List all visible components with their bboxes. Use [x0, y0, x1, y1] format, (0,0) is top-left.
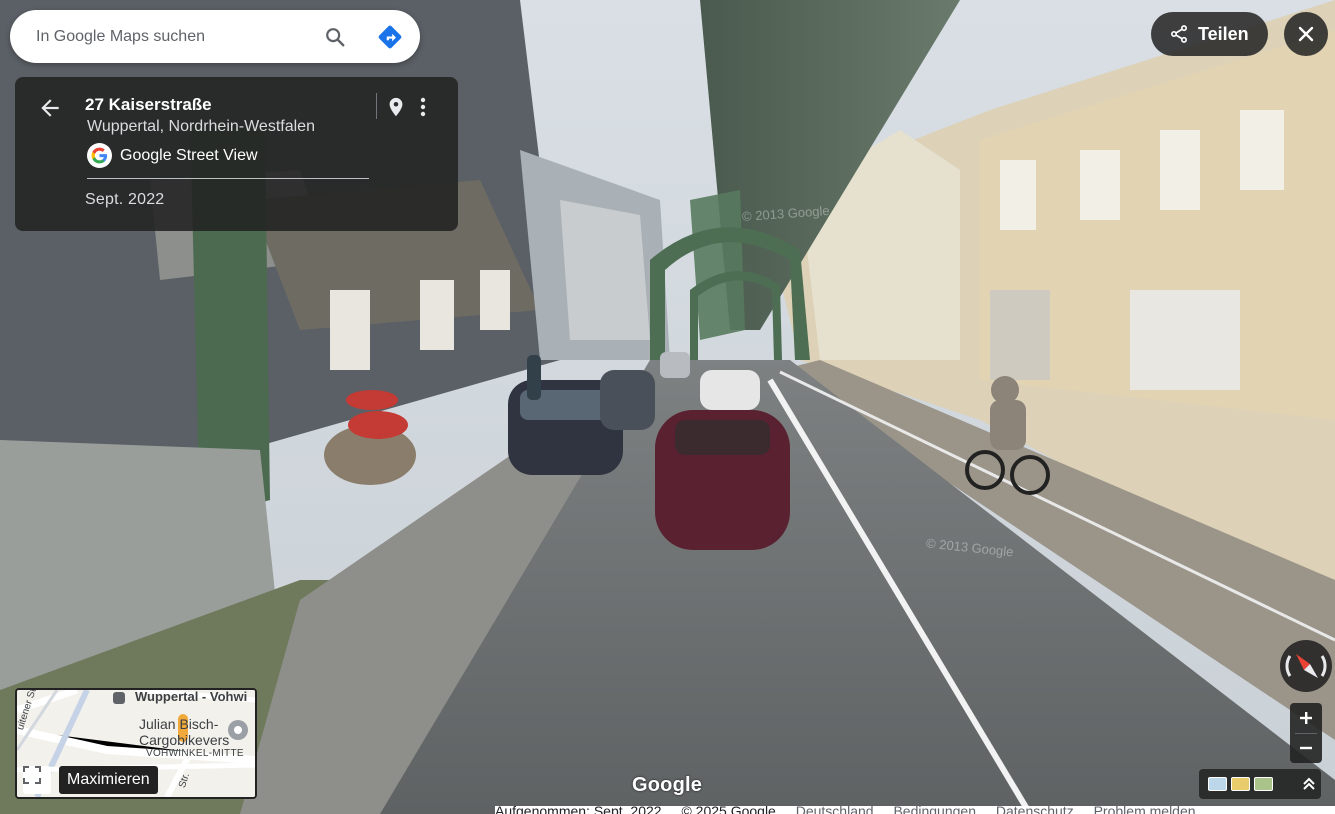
- place-title: 27 Kaiserstraße: [85, 95, 212, 114]
- footer-link-privacy[interactable]: Datenschutz: [996, 806, 1074, 814]
- footer-link-terms[interactable]: Bedingungen: [893, 806, 976, 814]
- search-button[interactable]: [321, 23, 349, 51]
- minus-icon: [1300, 746, 1312, 750]
- capture-date[interactable]: Sept. 2022: [85, 191, 164, 209]
- map-label-poi: Cargobikevers: [139, 732, 230, 748]
- map-pin-icon: [389, 97, 403, 117]
- share-icon: [1171, 25, 1187, 43]
- footer-bar: Aufgenommen: Sept. 2022 © 2025 Google De…: [495, 806, 1335, 814]
- zoom-out-button[interactable]: [1290, 733, 1322, 763]
- map-label-station: Wuppertal - Vohwi: [135, 689, 248, 704]
- divider: [376, 93, 377, 119]
- more-options-button[interactable]: [415, 95, 431, 119]
- google-g-logo-icon: [87, 143, 112, 168]
- share-label: Teilen: [1198, 23, 1249, 44]
- google-logo: Google: [632, 774, 703, 796]
- fullscreen-button[interactable]: [23, 766, 51, 794]
- directions-button[interactable]: [376, 23, 404, 51]
- provider-label: Google Street View: [120, 146, 258, 164]
- footer-link-country[interactable]: Deutschland: [796, 806, 874, 814]
- compass-icon: [1285, 654, 1327, 678]
- layer-map[interactable]: [1231, 777, 1250, 791]
- copyright-text: © 2025 Google: [681, 806, 776, 814]
- layers-control: [1199, 769, 1321, 799]
- directions-icon: [378, 25, 402, 49]
- arrow-left-icon: [41, 99, 59, 117]
- mini-map[interactable]: Wuppertal - Vohwi Julian Bisch- Cargobik…: [15, 688, 257, 799]
- provider-link[interactable]: Google Street View: [87, 143, 258, 168]
- layer-satellite[interactable]: [1208, 777, 1227, 791]
- plus-icon: [1300, 712, 1312, 724]
- captured-date-text: Aufgenommen: Sept. 2022: [495, 806, 662, 814]
- compass-button[interactable]: [1280, 640, 1332, 692]
- map-label-poi: Julian Bisch-: [139, 716, 219, 732]
- close-button[interactable]: [1284, 12, 1328, 56]
- chevron-double-up-icon[interactable]: [1301, 776, 1317, 792]
- back-button[interactable]: [37, 95, 63, 121]
- place-subtitle: Wuppertal, Nordrhein-Westfalen: [87, 118, 315, 135]
- divider: [87, 178, 369, 179]
- search-box: [10, 10, 420, 63]
- footer-link-report[interactable]: Problem melden: [1094, 806, 1196, 814]
- location-info-panel: 27 Kaiserstraße Wuppertal, Nordrhein-Wes…: [15, 77, 458, 231]
- layer-terrain[interactable]: [1254, 777, 1273, 791]
- zoom-in-button[interactable]: [1290, 703, 1322, 733]
- fullscreen-icon: [23, 766, 41, 784]
- more-vertical-icon: [420, 97, 426, 117]
- map-label-district: VOHWINKEL-MITTE: [146, 748, 244, 759]
- search-icon: [326, 28, 345, 47]
- close-icon: [1298, 26, 1314, 42]
- show-on-map-button[interactable]: [385, 95, 407, 119]
- share-button[interactable]: Teilen: [1151, 12, 1268, 56]
- search-input[interactable]: [36, 27, 306, 46]
- zoom-controls: [1290, 703, 1322, 763]
- maximize-button[interactable]: Maximieren: [59, 766, 158, 794]
